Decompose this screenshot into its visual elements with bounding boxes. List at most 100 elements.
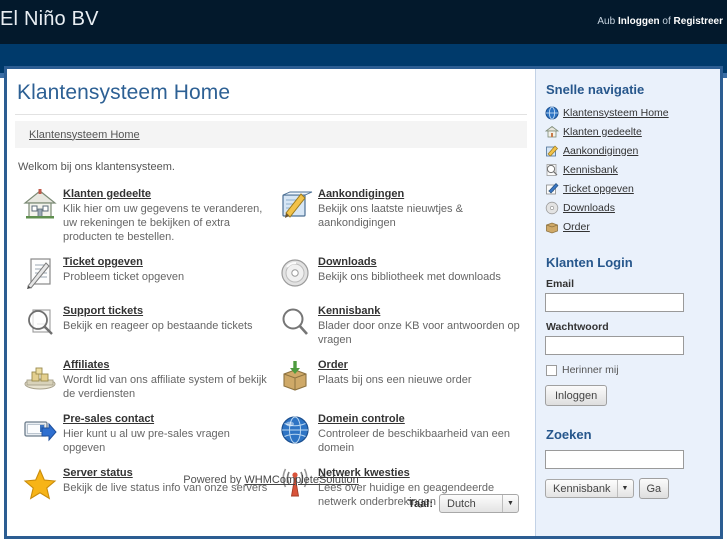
account-separator: of [659, 16, 674, 27]
globe-blue-icon [545, 106, 563, 120]
sidebar-item-aankondigingen[interactable]: Aankondigingen [545, 143, 710, 158]
tile-desc: Bekijk ons laatste nieuwtjes & aankondig… [318, 203, 463, 229]
tile-desc: Controleer de beschikbaarheid van een do… [318, 428, 511, 454]
tile-klanten-gedeelte[interactable]: Klanten gedeelte Klik hier om uw gegeven… [19, 187, 274, 255]
email-field[interactable] [545, 293, 684, 312]
house-icon [19, 187, 63, 225]
top-header: El Niño BV Aub Inloggen of Registreer [0, 0, 727, 44]
tile-desc: Hier kunt u al uw pre-sales vragen opgev… [63, 428, 230, 454]
tile-support-tickets[interactable]: Support tickets Bekijk en reageer op bes… [19, 304, 274, 358]
tile-ticket-opgeven[interactable]: Ticket opgeven Probleem ticket opgeven [19, 255, 274, 304]
account-links: Aub Inloggen of Registreer [597, 16, 723, 27]
tile-title[interactable]: Downloads [318, 256, 501, 268]
sidebar-item-label[interactable]: Ticket opgeven [563, 183, 634, 195]
cd-disc-icon [274, 255, 318, 293]
account-prefix: Aub [597, 16, 618, 27]
sidebar-heading-login: Klanten Login [546, 255, 633, 270]
language-value: Dutch [447, 497, 476, 510]
tile-text: Downloads Bekijk ons bibliotheek met dow… [318, 255, 501, 293]
login-button[interactable]: Inloggen [545, 385, 608, 406]
search-input[interactable] [545, 450, 684, 469]
search-scope-value: Kennisbank [553, 482, 611, 495]
money-stack-icon [19, 358, 63, 396]
remember-me-label: Herinner mij [562, 364, 619, 376]
magnifier-icon [274, 304, 318, 342]
tile-title[interactable]: Domein controle [318, 413, 523, 425]
register-link[interactable]: Registreer [674, 16, 723, 27]
announce-icon [545, 144, 563, 158]
sidebar-item-order[interactable]: Order [545, 219, 710, 234]
magnifier-small-icon [545, 163, 563, 177]
title-divider [15, 114, 527, 115]
document-pencil-icon [19, 255, 63, 293]
search-scope-select[interactable]: Kennisbank ▼ [545, 479, 634, 498]
tile-desc: Blader door onze KB voor antwoorden op v… [318, 320, 520, 346]
sidebar-item-downloads[interactable]: Downloads [545, 200, 710, 215]
tile-title[interactable]: Aankondigingen [318, 188, 523, 200]
box-small-icon [545, 220, 563, 234]
sidebar-item-klanten-gedeelte[interactable]: Klanten gedeelte [545, 124, 710, 139]
page-container: Klantensysteem Home Klantensysteem Home … [4, 66, 723, 539]
sidebar-heading-navigation: Snelle navigatie [546, 82, 645, 97]
tile-text: Ticket opgeven Probleem ticket opgeven [63, 255, 184, 293]
tile-pre-sales-contact[interactable]: Pre-sales contact Hier kunt u al uw pre-… [19, 412, 274, 466]
brand-title: El Niño BV [0, 8, 99, 30]
tile-title[interactable]: Ticket opgeven [63, 256, 184, 268]
tile-text: Aankondigingen Bekijk ons laatste nieuwt… [318, 187, 523, 244]
tile-desc: Bekijk en reageer op bestaande tickets [63, 320, 253, 332]
sidebar-item-klantensysteem-home[interactable]: Klantensysteem Home [545, 105, 710, 120]
chevron-down-icon: ▼ [616, 480, 633, 497]
sidebar-item-label[interactable]: Order [563, 221, 590, 233]
box-arrow-down-icon [274, 358, 318, 396]
tile-desc: Probleem ticket opgeven [63, 271, 185, 283]
sidebar-item-kennisbank[interactable]: Kennisbank [545, 162, 710, 177]
sidebar-item-label[interactable]: Kennisbank [563, 164, 618, 176]
tile-desc: Wordt lid van ons affiliate system of be… [63, 374, 267, 400]
breadcrumb: Klantensysteem Home [15, 121, 527, 148]
tile-desc: Plaats bij ons een nieuwe order [318, 374, 472, 386]
sidebar-item-label[interactable]: Klantensysteem Home [563, 107, 669, 119]
remember-me-checkbox[interactable] [546, 364, 557, 376]
tile-text: Pre-sales contact Hier kunt u al uw pre-… [63, 412, 268, 455]
chevron-down-icon: ▼ [502, 495, 518, 512]
tile-text: Affiliates Wordt lid van ons affiliate s… [63, 358, 268, 401]
tile-aankondigingen[interactable]: Aankondigingen Bekijk ons laatste nieuwt… [274, 187, 529, 255]
breadcrumb-item-home[interactable]: Klantensysteem Home [29, 129, 140, 141]
language-selector-row: Taal: Dutch ▼ [408, 494, 519, 513]
tile-title[interactable]: Klanten gedeelte [63, 188, 268, 200]
sidebar-heading-search: Zoeken [546, 427, 592, 442]
tile-domein-controle[interactable]: Domein controle Controleer de beschikbaa… [274, 412, 529, 466]
email-label: Email [546, 278, 575, 290]
tile-text: Domein controle Controleer de beschikbaa… [318, 412, 523, 455]
login-link[interactable]: Inloggen [618, 16, 660, 27]
tile-title[interactable]: Order [318, 359, 471, 371]
tile-affiliates[interactable]: Affiliates Wordt lid van ons affiliate s… [19, 358, 274, 412]
tile-desc: Bekijk ons bibliotheek met downloads [318, 271, 501, 283]
main-column: Klantensysteem Home Klantensysteem Home … [7, 69, 535, 536]
sidebar-item-label[interactable]: Aankondigingen [563, 145, 638, 157]
tile-text: Klanten gedeelte Klik hier om uw gegeven… [63, 187, 268, 244]
tile-title[interactable]: Kennisbank [318, 305, 523, 317]
language-select[interactable]: Dutch ▼ [439, 494, 519, 513]
magnifier-document-icon [19, 304, 63, 342]
password-field[interactable] [545, 336, 684, 355]
sidebar-item-label[interactable]: Klanten gedeelte [563, 126, 642, 138]
sidebar-item-ticket-opgeven[interactable]: Ticket opgeven [545, 181, 710, 196]
tile-text: Order Plaats bij ons een nieuwe order [318, 358, 471, 401]
sidebar-item-label[interactable]: Downloads [563, 202, 615, 214]
tile-title[interactable]: Support tickets [63, 305, 253, 317]
cd-small-icon [545, 201, 563, 215]
notepad-pencil-icon [274, 187, 318, 225]
remember-me-row[interactable]: Herinner mij [546, 364, 710, 376]
tile-title[interactable]: Pre-sales contact [63, 413, 268, 425]
tile-kennisbank[interactable]: Kennisbank Blader door onze KB voor antw… [274, 304, 529, 358]
screen-arrow-icon [19, 412, 63, 450]
search-controls: Kennisbank ▼ Ga [545, 478, 710, 499]
search-go-button[interactable]: Ga [638, 478, 670, 499]
tile-order[interactable]: Order Plaats bij ons een nieuwe order [274, 358, 529, 412]
whmcs-link[interactable]: WHMCompleteSolution [244, 474, 358, 486]
tile-desc: Klik hier om uw gegevens te veranderen, … [63, 203, 263, 243]
sidebar: Snelle navigatie Klantensysteem Home Kla… [535, 69, 720, 536]
tile-downloads[interactable]: Downloads Bekijk ons bibliotheek met dow… [274, 255, 529, 304]
tile-title[interactable]: Affiliates [63, 359, 268, 371]
